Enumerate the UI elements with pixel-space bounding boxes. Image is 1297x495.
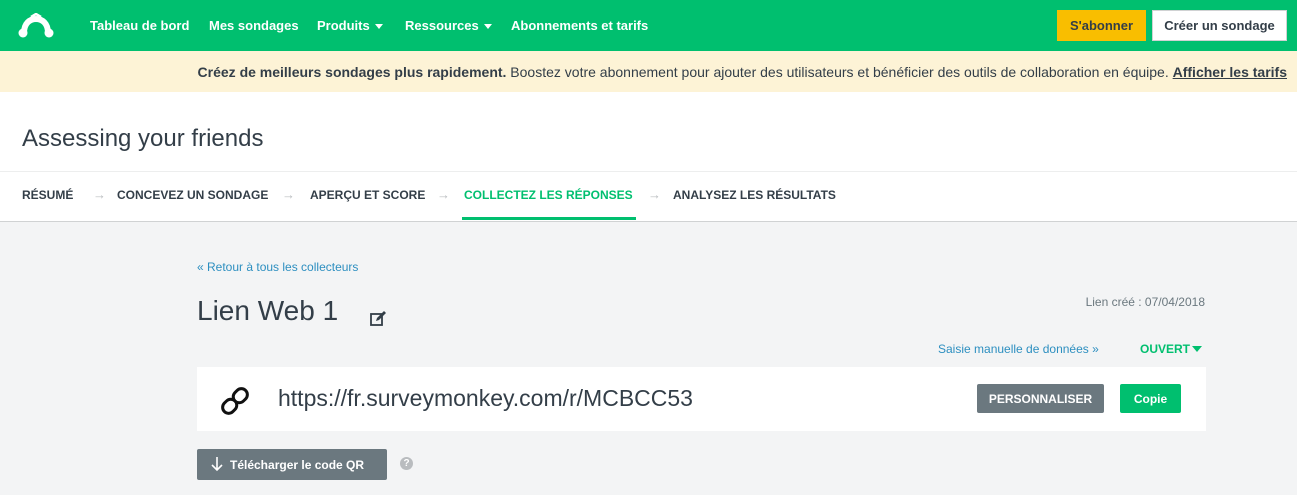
- collector-url: https://fr.surveymonkey.com/r/MCBCC53: [278, 385, 693, 411]
- step-analyze-results[interactable]: ANALYSEZ LES RÉSULTATS: [673, 188, 836, 202]
- arrow-right-icon: →: [437, 187, 450, 202]
- link-icon: [221, 387, 249, 415]
- workflow-steps: RÉSUMÉ → CONCEVEZ UN SONDAGE → APERÇU ET…: [0, 172, 1297, 221]
- customize-link-button[interactable]: PERSONNALISER: [977, 384, 1104, 413]
- nav-resources-label: Ressources: [405, 18, 479, 33]
- survey-title: Assessing your friends: [22, 125, 264, 152]
- download-qr-code-button[interactable]: Télécharger le code QR: [197, 449, 387, 480]
- chevron-down-icon: [483, 24, 492, 30]
- nav-resources[interactable]: Ressources: [405, 18, 492, 33]
- nav-products[interactable]: Produits: [317, 18, 383, 33]
- upgrade-banner: Créez de meilleurs sondages plus rapidem…: [0, 51, 1297, 92]
- arrow-right-icon: →: [282, 187, 295, 202]
- nav-my-surveys[interactable]: Mes sondages: [209, 18, 299, 33]
- link-created-date: Lien créé : 07/04/2018: [1085, 295, 1205, 309]
- arrow-right-icon: →: [648, 187, 661, 202]
- help-icon[interactable]: ?: [400, 457, 413, 470]
- banner-text: Boostez votre abonnement pour ajouter de…: [506, 64, 1173, 80]
- edit-icon[interactable]: [369, 310, 387, 328]
- banner-headline: Créez de meilleurs sondages plus rapidem…: [197, 64, 507, 80]
- banner-content: Créez de meilleurs sondages plus rapidem…: [198, 64, 1287, 80]
- step-summary[interactable]: RÉSUMÉ: [22, 188, 73, 202]
- web-link-card: https://fr.surveymonkey.com/r/MCBCC53 PE…: [197, 367, 1206, 431]
- download-qr-label: Télécharger le code QR: [230, 458, 365, 472]
- step-preview-score[interactable]: APERÇU ET SCORE: [310, 188, 425, 202]
- collector-status-dropdown[interactable]: OUVERT: [1140, 342, 1203, 356]
- top-nav: Tableau de bord Mes sondages Produits Re…: [0, 0, 1297, 51]
- caret-down-icon: [1192, 346, 1203, 352]
- active-step-indicator: [462, 217, 636, 220]
- back-to-collectors-link[interactable]: « Retour à tous les collecteurs: [197, 260, 358, 274]
- surveymonkey-logo-icon[interactable]: [18, 13, 54, 39]
- collector-status-label: OUVERT: [1140, 342, 1191, 356]
- subscribe-button[interactable]: S'abonner: [1057, 10, 1146, 41]
- step-design-survey[interactable]: CONCEVEZ UN SONDAGE: [117, 188, 268, 202]
- download-arrow-icon: [211, 457, 223, 472]
- collector-name: Lien Web 1: [197, 295, 339, 326]
- manual-data-entry-link[interactable]: Saisie manuelle de données »: [938, 342, 1099, 356]
- survey-header: Assessing your friends RÉSUMÉ → CONCEVEZ…: [0, 92, 1297, 222]
- arrow-right-icon: →: [93, 187, 106, 202]
- nav-dashboard[interactable]: Tableau de bord: [90, 18, 189, 33]
- view-pricing-link[interactable]: Afficher les tarifs: [1173, 64, 1287, 80]
- nav-plans-pricing[interactable]: Abonnements et tarifs: [511, 18, 648, 33]
- nav-products-label: Produits: [317, 18, 370, 33]
- step-collect-responses[interactable]: COLLECTEZ LES RÉPONSES: [464, 188, 633, 202]
- copy-link-button[interactable]: Copie: [1120, 384, 1181, 413]
- divider: [0, 221, 1297, 222]
- create-survey-button[interactable]: Créer un sondage: [1152, 10, 1287, 41]
- chevron-down-icon: [374, 24, 383, 30]
